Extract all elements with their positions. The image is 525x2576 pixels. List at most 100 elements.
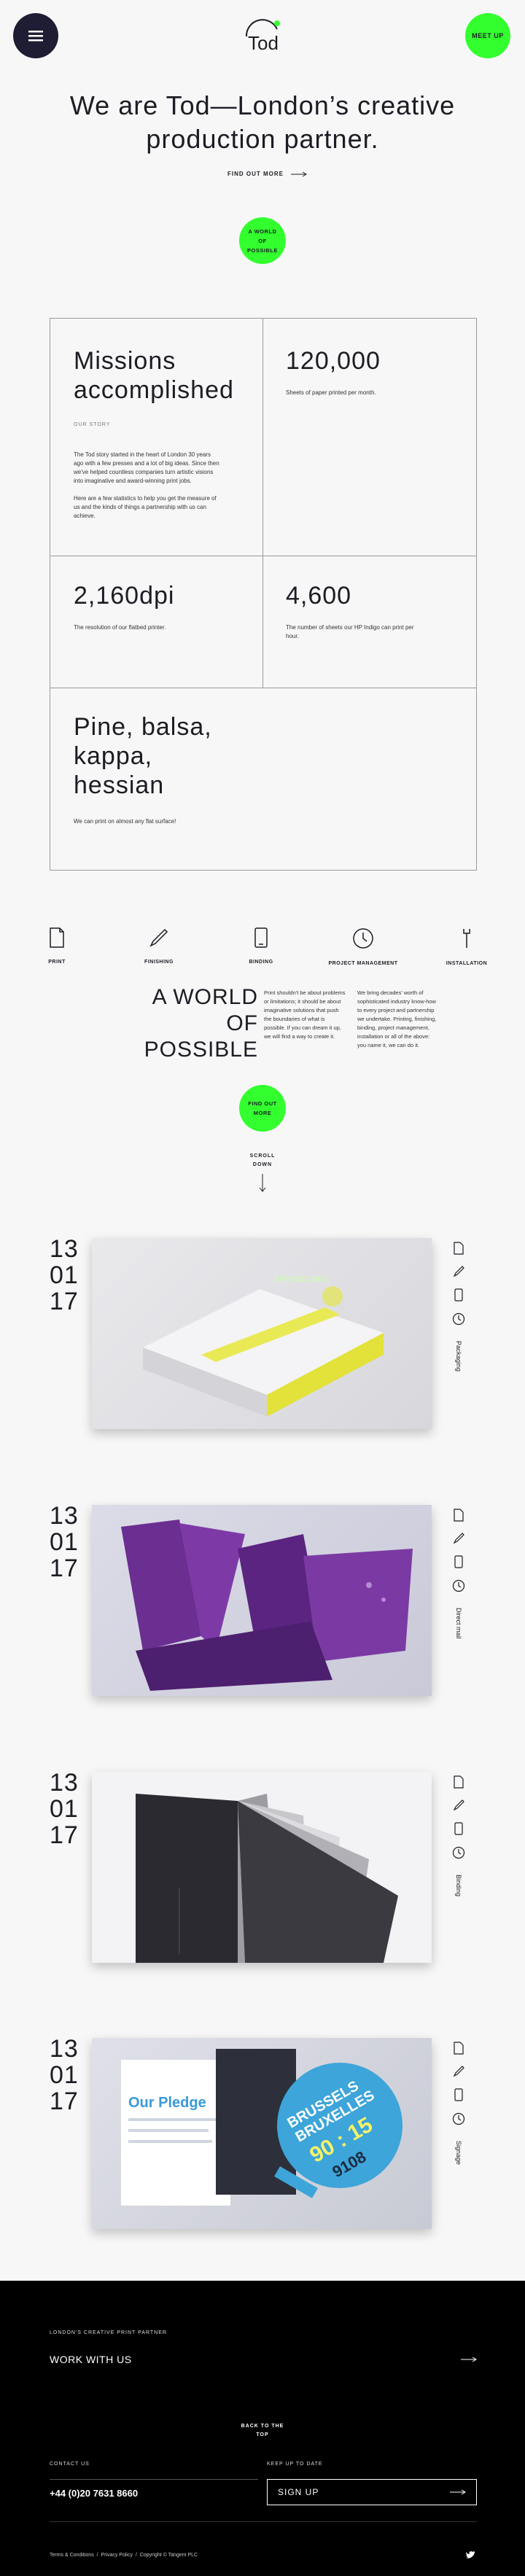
project-image-packaging[interactable]: SPENDID BOX	[92, 1238, 432, 1429]
project-category-label: Binding	[455, 1875, 462, 1897]
logo[interactable]: Tod	[241, 16, 284, 57]
missions-paragraph: The Tod story started in the heart of Lo…	[74, 451, 219, 484]
project-date: 13 01 17	[50, 1236, 79, 1315]
missions-title: accomplished	[74, 376, 234, 404]
service-print[interactable]: PRINT	[28, 927, 86, 965]
project-date-day: 13	[50, 2035, 79, 2063]
service-installation[interactable]: INSTALLATION	[438, 927, 496, 966]
service-finishing[interactable]: FINISHING	[130, 927, 188, 965]
project-date: 13 01 17	[50, 1503, 79, 1581]
service-project-management[interactable]: PROJECT MANAGEMENT	[327, 927, 400, 966]
tablet-icon	[454, 1555, 463, 1572]
footer-divider	[50, 2479, 258, 2480]
menu-button[interactable]	[13, 13, 58, 58]
world-heading-line: OF	[226, 1011, 258, 1035]
page: Tod MEET UP We are Tod—London’s creative…	[0, 0, 525, 2576]
keep-up-label: KEEP UP TO DATE	[267, 2462, 323, 2467]
badge-line: OF	[258, 237, 267, 244]
scroll-down-label: SCROLL DOWN	[249, 1153, 276, 1167]
world-paragraph-1: Print shouldn't be about problems or lim…	[264, 989, 346, 1040]
project-date-month: 01	[50, 1795, 79, 1823]
work-with-us-label: WORK WITH US	[50, 2354, 132, 2365]
world-paragraph-2: We bring decades' worth of sophisticated…	[357, 989, 437, 1048]
twitter-icon[interactable]	[465, 2550, 475, 2559]
footer: LONDON'S CREATIVE PRINT PARTNER WORK WIT…	[0, 2281, 525, 2576]
hamburger-icon	[28, 31, 43, 42]
sheets-cell: 120,000 Sheets of paper printed per mont…	[286, 346, 461, 397]
document-icon	[50, 927, 64, 948]
tablet-icon	[454, 1822, 463, 1839]
document-icon	[454, 2042, 464, 2058]
project-service-icons: Signage	[452, 2042, 465, 2165]
world-find-out-more-button[interactable]: FIND OUT MORE	[239, 1085, 286, 1132]
materials-desc: We can print on almost any flat surface!	[74, 818, 176, 825]
missions-paragraph: Here are a few statistics to help you ge…	[74, 495, 217, 519]
clock-icon	[452, 1579, 465, 1596]
pledge-title: Our Pledge	[128, 2095, 206, 2111]
work-with-us-link[interactable]: WORK WITH US	[50, 2354, 477, 2365]
indigo-value: 4,600	[286, 582, 352, 610]
meet-up-button[interactable]: MEET UP	[465, 13, 510, 58]
service-label: FINISHING	[144, 960, 174, 965]
project-date: 13 01 17	[50, 1770, 79, 1848]
legal-links[interactable]: Terms & Conditions / Privacy Policy / Co…	[50, 2553, 198, 2558]
world-find-out-more-label: FIND OUT MORE	[248, 1100, 277, 1116]
world-heading-line: POSSIBLE	[144, 1038, 258, 1062]
find-out-more-link[interactable]: FIND OUT MORE	[228, 171, 307, 177]
arrow-right-icon	[291, 171, 307, 176]
service-binding[interactable]: BINDING	[232, 927, 290, 965]
service-label: PRINT	[48, 960, 66, 965]
sheets-desc: Sheets of paper printed per month.	[286, 389, 376, 396]
hero-headline: We are Tod—London’s creative production …	[0, 89, 525, 156]
phone-link[interactable]: +44 (0)20 7631 8660	[50, 2488, 138, 2499]
box-illustration: SPENDID BOX	[143, 1275, 384, 1417]
wrench-icon	[463, 929, 470, 948]
pen-icon	[453, 1533, 464, 1548]
project-date-year: 17	[50, 1554, 79, 1582]
logo-text: Tod	[248, 32, 279, 54]
tablet-icon	[254, 927, 268, 948]
project-image-binding[interactable]	[92, 1772, 432, 1963]
pen-icon	[453, 2066, 464, 2081]
project-image-signage[interactable]: Our Pledge BRUSSELS BRUXELLES 90 : 15 91…	[92, 2038, 432, 2229]
box-brand-text: SPENDID BOX	[274, 1275, 330, 1284]
dpi-cell: 2,160dpi The resolution of our flatbed p…	[74, 581, 249, 632]
hero-line-1: We are Tod—London’s creative	[69, 90, 456, 120]
mailer-illustration	[121, 1519, 413, 1691]
pen-icon	[453, 1799, 464, 1815]
clock-icon	[353, 928, 373, 949]
badge-line: POSSIBLE	[247, 246, 278, 254]
project-date-month: 01	[50, 1261, 79, 1289]
project-date-day: 13	[50, 1502, 79, 1530]
project-date-year: 17	[50, 1288, 79, 1315]
indigo-cell: 4,600 The number of sheets our HP Indigo…	[286, 581, 461, 641]
service-label: INSTALLATION	[446, 961, 488, 966]
project-date: 13 01 17	[50, 2036, 79, 2114]
world-of-possible-badge[interactable]: A WORLD OF POSSIBLE	[239, 217, 286, 264]
sign-up-label: SIGN UP	[278, 2487, 319, 2497]
project-date-day: 13	[50, 1235, 79, 1263]
dpi-value: 2,160dpi	[74, 582, 175, 610]
tablet-icon	[454, 2088, 463, 2105]
clock-icon	[452, 1846, 465, 1863]
world-heading: A WORLD OF POSSIBLE	[109, 984, 258, 1063]
document-icon	[454, 1242, 464, 1258]
stats-grid: Missions accomplished OUR STORY The Tod …	[50, 318, 477, 871]
scroll-down[interactable]: SCROLL DOWN	[241, 1152, 284, 1196]
materials-title: kappa,	[74, 742, 153, 770]
project-image-direct-mail[interactable]	[92, 1505, 432, 1696]
hero-line-2: production partner.	[146, 124, 379, 154]
document-icon	[454, 1509, 464, 1525]
sheets-value: 120,000	[286, 347, 381, 375]
badge-line: A WORLD	[248, 227, 277, 235]
project-category-label: Signage	[455, 2141, 462, 2166]
indigo-desc: The number of sheets our HP Indigo can p…	[286, 624, 414, 639]
sign-up-button[interactable]: SIGN UP	[267, 2479, 477, 2505]
project-service-icons: Packaging	[452, 1242, 465, 1371]
project-date-month: 01	[50, 2061, 79, 2089]
pen-icon	[149, 928, 168, 947]
back-to-top-link[interactable]: BACK TO THE TOP	[241, 2422, 284, 2440]
signage-illustration: Our Pledge BRUSSELS BRUXELLES 90 : 15 91…	[121, 2049, 402, 2206]
document-icon	[454, 1775, 464, 1792]
materials-title: Pine, balsa,	[74, 713, 212, 741]
